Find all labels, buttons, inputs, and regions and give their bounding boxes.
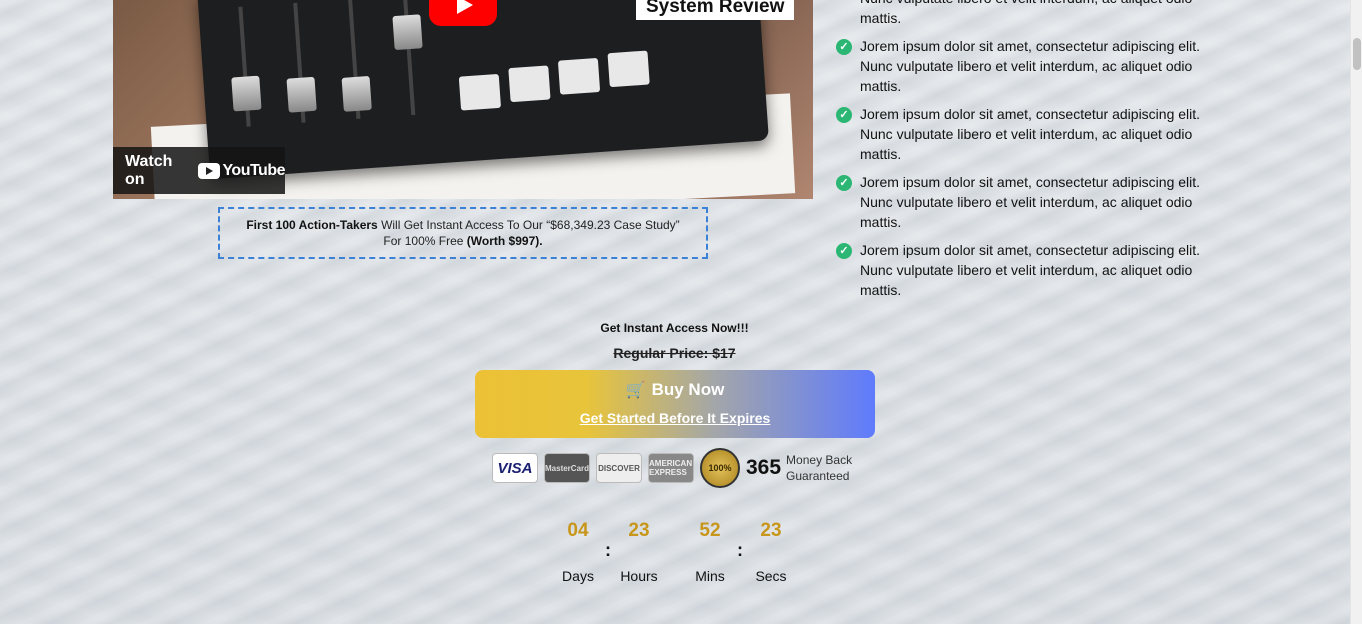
amex-icon: AMERICAN EXPRESS [648,453,694,483]
list-item: ✓ Jorem ipsum dolor sit amet, consectetu… [836,172,1236,232]
cart-icon: 🛒 [625,382,646,399]
offer-line2: For 100% Free [383,234,467,248]
list-item: ✓ Jorem ipsum dolor sit amet, consectetu… [836,104,1236,164]
youtube-video-embed[interactable]: System Review Watch on YouTube [113,0,813,199]
list-item: ✓ Jorem ipsum dolor sit amet, consectetu… [836,36,1236,96]
watch-on-youtube-button[interactable]: Watch on YouTube [113,147,285,194]
guarantee-line2: Guaranteed [786,469,850,483]
guarantee-days: 365 [746,456,782,479]
countdown-secs: 23 Secs [736,520,806,584]
countdown-hours: 23 Hours [604,520,674,584]
pad-button [508,65,551,103]
pad-button [607,50,650,88]
offer-notice: First 100 Action-Takers Will Get Instant… [218,207,708,259]
youtube-wordmark: YouTube [222,161,285,179]
guarantee-seal-icon: 100% [700,448,740,488]
days-value: 04 [567,520,589,541]
list-item: ✓ Jorem ipsum dolor sit amet, consectetu… [836,240,1236,300]
get-started-link[interactable]: Get Started Before It Expires [475,410,875,426]
buy-now-button[interactable]: 🛒 Buy Now Get Started Before It Expires [475,370,875,438]
hours-label: Hours [620,568,658,584]
pad-button [458,73,502,111]
offer-text: Will Get Instant Access To Our “$68,349.… [377,218,680,232]
days-label: Days [562,568,594,584]
fader [286,2,317,123]
fader [392,0,423,116]
list-item: Nunc vulputate libero et velit interdum,… [836,0,1236,28]
mins-label: Mins [695,568,725,584]
bullet-text: Jorem ipsum dolor sit amet, consectetur … [860,242,1201,298]
youtube-play-icon[interactable] [429,0,497,26]
countdown-days: 04 Days [543,520,613,584]
video-title[interactable]: System Review [636,0,795,20]
fader [231,6,262,127]
secs-label: Secs [755,568,787,584]
secs-value: 23 [760,520,782,541]
watch-on-label: Watch on [125,152,173,188]
check-circle-icon: ✓ [836,107,852,123]
bullet-text: Jorem ipsum dolor sit amet, consectetur … [860,174,1201,230]
offer-lead: First 100 Action-Takers [246,218,378,232]
get-instant-access-heading: Get Instant Access Now!!! [600,321,749,335]
offer-worth: (Worth $997). [466,234,543,248]
check-circle-icon: ✓ [836,39,852,55]
bullet-text: Jorem ipsum dolor sit amet, consectetur … [860,38,1201,94]
hours-value: 23 [628,520,650,541]
buy-now-label: Buy Now [651,380,725,399]
payment-badges: VISA MasterCard DISCOVER AMERICAN EXPRES… [492,448,852,488]
youtube-logo-icon: YouTube [198,162,285,180]
check-circle-icon: ✓ [836,243,852,259]
bullet-text: Jorem ipsum dolor sit amet, consectetur … [860,106,1201,162]
discover-icon: DISCOVER [596,453,642,483]
page-scrollbar[interactable] [1350,0,1362,624]
bullet-text: Nunc vulputate libero et velit interdum,… [860,0,1192,26]
visa-icon: VISA [492,453,538,483]
guarantee-text: Money Back Guaranteed [786,452,852,484]
pad-button [557,57,601,95]
mins-value: 52 [699,520,721,541]
fader [341,0,372,119]
guarantee-line1: Money Back [786,453,853,467]
benefits-list: Nunc vulputate libero et velit interdum,… [836,0,1236,308]
countdown-mins: 52 Mins [675,520,745,584]
scrollbar-thumb[interactable] [1353,38,1361,70]
countdown-timer: 04 Days : 23 Hours 52 Mins : 23 Secs [0,520,1349,600]
regular-price: Regular Price: $17 [613,345,736,361]
mastercard-icon: MasterCard [544,453,590,483]
check-circle-icon: ✓ [836,175,852,191]
